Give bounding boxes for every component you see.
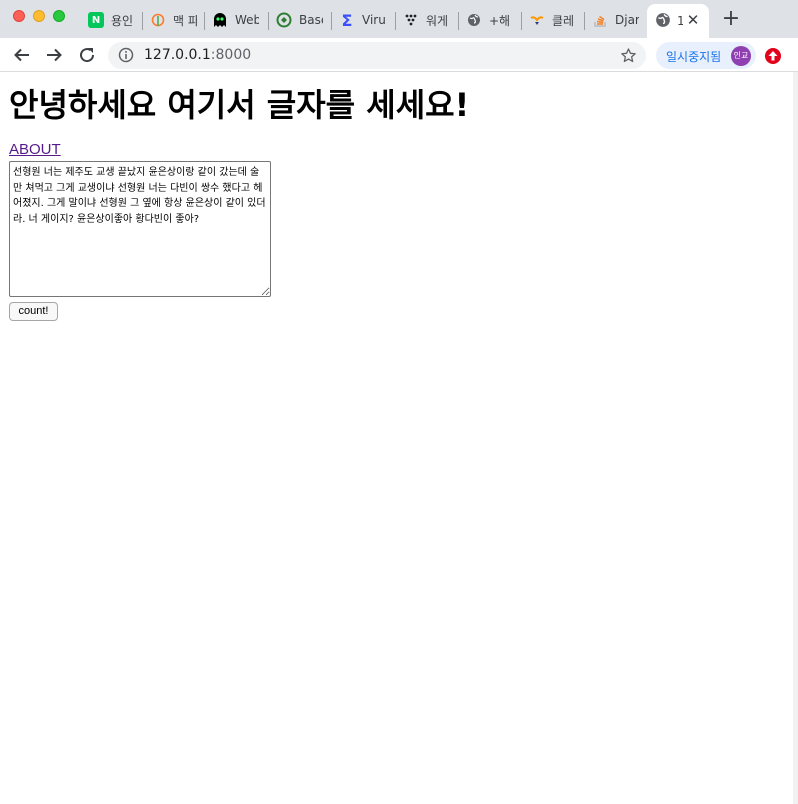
page-content: 안녕하세요 여기서 글자를 세세요! ABOUT 선형원 너는 제주도 교생 끝… [0, 72, 798, 804]
naver-icon: N [88, 12, 104, 28]
stack-icon [592, 12, 608, 28]
blog-icon [150, 12, 166, 28]
globe-icon [466, 12, 482, 28]
reload-button[interactable] [76, 44, 98, 66]
extension-icon[interactable] [764, 47, 782, 69]
page-title: 안녕하세요 여기서 글자를 세세요! [9, 86, 470, 124]
tab-6[interactable]: 워게 [403, 8, 450, 32]
tab-2[interactable]: 맥 파 [150, 8, 197, 32]
tab-7[interactable]: +해 [466, 8, 513, 32]
reload-icon [80, 48, 95, 63]
forward-button[interactable] [43, 44, 65, 66]
tab-label: 클레 [552, 13, 575, 28]
tab-5[interactable]: Σ Viru [339, 8, 386, 32]
minimize-window-button[interactable] [33, 10, 45, 22]
tab-label: Djar [615, 13, 639, 27]
about-link[interactable]: ABOUT [9, 141, 61, 158]
tab-label: Viru [362, 13, 386, 27]
address-bar[interactable]: 127.0.0.1:8000 [108, 42, 646, 69]
tab-active[interactable]: 1 ✕ [647, 4, 709, 38]
tab-label: Base [299, 13, 323, 27]
tab-9[interactable]: Djar [592, 8, 639, 32]
tab-label: Web [235, 13, 259, 27]
tab-strip: N 용인 맥 파 Web Base Σ Viru 워게 [0, 0, 798, 38]
browser-toolbar: 127.0.0.1:8000 일시중지됨 인교 [0, 38, 798, 72]
recycle-icon [276, 12, 292, 28]
tab-label: 1 [677, 14, 683, 28]
back-button[interactable] [11, 44, 33, 66]
close-tab-icon[interactable]: ✕ [684, 11, 702, 29]
class-icon [529, 12, 545, 28]
tab-label: +해 [489, 13, 511, 28]
close-window-button[interactable] [13, 10, 25, 22]
sigma-icon: Σ [341, 10, 353, 30]
text-input[interactable]: 선형원 너는 제주도 교생 끝났지 윤은상이랑 같이 갔는데 술만 쳐먹고 그게… [9, 161, 271, 297]
arrow-left-icon [14, 48, 29, 62]
new-tab-button[interactable]: + [720, 8, 742, 30]
arrow-right-icon [47, 48, 62, 62]
tab-label: 워게 [426, 13, 449, 28]
url-host: 127.0.0.1 [144, 47, 211, 63]
tab-label: 용인 [111, 13, 134, 28]
window-edge [793, 72, 798, 804]
zoom-window-button[interactable] [53, 10, 65, 22]
dots-icon [403, 12, 419, 28]
tab-label: 맥 파 [173, 13, 197, 28]
ghost-icon [212, 12, 228, 28]
profile-button[interactable]: 일시중지됨 인교 [656, 42, 756, 69]
url-text: 127.0.0.1:8000 [144, 47, 251, 63]
tab-1[interactable]: N 용인 [88, 8, 135, 32]
url-port: :8000 [210, 47, 252, 63]
count-button[interactable]: count! [9, 302, 58, 321]
profile-status: 일시중지됨 [666, 50, 722, 64]
info-icon[interactable] [118, 47, 134, 67]
bookmark-star-icon[interactable] [620, 47, 637, 68]
tab-8[interactable]: 클레 [529, 8, 576, 32]
tab-3[interactable]: Web [212, 8, 259, 32]
tab-4[interactable]: Base [276, 8, 323, 32]
avatar: 인교 [731, 46, 751, 66]
globe-icon [655, 12, 671, 32]
